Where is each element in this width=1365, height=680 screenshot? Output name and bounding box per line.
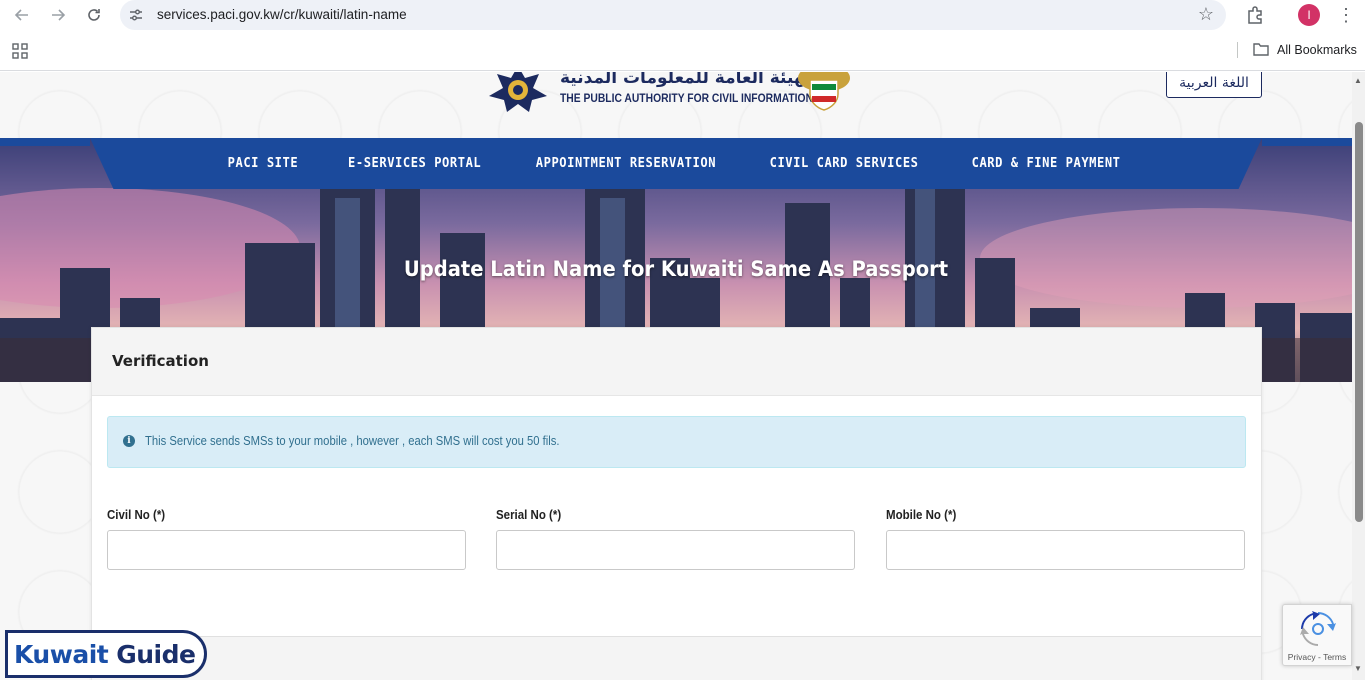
- card-footer: [92, 636, 1261, 680]
- arabic-language-button[interactable]: اللغة العربية: [1166, 72, 1262, 98]
- serial-no-label: Serial No (*): [496, 508, 562, 522]
- bookmarks-bar: All Bookmarks: [0, 30, 1365, 71]
- civil-no-label: Civil No (*): [107, 508, 166, 522]
- bookmarks-separator: [1237, 42, 1238, 58]
- watermark-word-2: Guide: [116, 639, 196, 669]
- recaptcha-icon: [1300, 611, 1336, 646]
- nav-menu: PACI SITE E-SERVICES PORTAL APPOINTMENT …: [0, 138, 1352, 189]
- apps-grid-icon[interactable]: [12, 43, 28, 59]
- logo-english-text: THE PUBLIC AUTHORITY FOR CIVIL INFORMATI…: [560, 91, 814, 105]
- profile-avatar[interactable]: I: [1298, 4, 1320, 26]
- nav-item-paci-site[interactable]: PACI SITE: [209, 156, 319, 171]
- nav-item-civil-card-services[interactable]: CIVIL CARD SERVICES: [750, 156, 938, 171]
- page-content: الهيئة العامة للمعلومات المدنية THE PUBL…: [0, 72, 1352, 680]
- scroll-down-arrow-icon[interactable]: ▼: [1354, 664, 1362, 673]
- url-text[interactable]: services.paci.gov.kw/cr/kuwaiti/latin-na…: [157, 7, 407, 22]
- nav-item-e-services-portal[interactable]: E-SERVICES PORTAL: [329, 156, 501, 171]
- watermark-word-1: Kuwait: [14, 639, 109, 669]
- logo-arabic-text: الهيئة العامة للمعلومات المدنية: [560, 72, 818, 88]
- kuwait-crest-logo: [798, 72, 850, 111]
- browser-toolbar: services.paci.gov.kw/cr/kuwaiti/latin-na…: [0, 0, 1365, 30]
- serial-no-input[interactable]: [496, 530, 855, 570]
- alert-text: This Service sends SMSs to your mobile ,…: [145, 434, 560, 448]
- browser-menu-icon[interactable]: ⋮: [1337, 4, 1355, 26]
- recaptcha-links[interactable]: Privacy - Terms: [1283, 652, 1351, 662]
- extensions-icon[interactable]: [1245, 5, 1265, 25]
- civil-no-input[interactable]: [107, 530, 466, 570]
- bookmark-star-icon[interactable]: ☆: [1198, 4, 1214, 25]
- nav-item-card-fine-payment[interactable]: CARD & FINE PAYMENT: [953, 156, 1141, 171]
- page-title: Update Latin Name for Kuwaiti Same As Pa…: [403, 257, 949, 281]
- info-icon: i: [123, 435, 135, 447]
- nav-item-appointment-reservation[interactable]: APPOINTMENT RESERVATION: [516, 156, 735, 171]
- kuwait-guide-watermark: Kuwait Guide: [5, 630, 207, 678]
- recaptcha-badge[interactable]: Privacy - Terms: [1282, 604, 1352, 666]
- info-alert: i This Service sends SMSs to your mobile…: [107, 416, 1246, 468]
- scroll-thumb[interactable]: [1355, 122, 1363, 522]
- mobile-no-label: Mobile No (*): [886, 508, 957, 522]
- scroll-up-arrow-icon[interactable]: ▲: [1354, 76, 1362, 85]
- address-bar[interactable]: services.paci.gov.kw/cr/kuwaiti/latin-na…: [120, 0, 1226, 30]
- reload-icon[interactable]: [83, 4, 105, 26]
- verification-card: Verification i This Service sends SMSs t…: [91, 327, 1262, 680]
- folder-icon[interactable]: [1253, 42, 1269, 56]
- forward-arrow-icon[interactable]: [47, 4, 69, 26]
- mobile-no-input[interactable]: [886, 530, 1245, 570]
- paci-emblem-logo[interactable]: [487, 72, 549, 112]
- page-scrollbar[interactable]: ▲ ▼: [1352, 72, 1365, 680]
- back-arrow-icon[interactable]: [11, 4, 33, 26]
- card-header: Verification: [92, 328, 1261, 396]
- all-bookmarks-link[interactable]: All Bookmarks: [1277, 43, 1357, 57]
- site-header: الهيئة العامة للمعلومات المدنية THE PUBL…: [0, 72, 1352, 138]
- site-settings-icon[interactable]: [128, 7, 144, 23]
- card-title: Verification: [112, 352, 209, 370]
